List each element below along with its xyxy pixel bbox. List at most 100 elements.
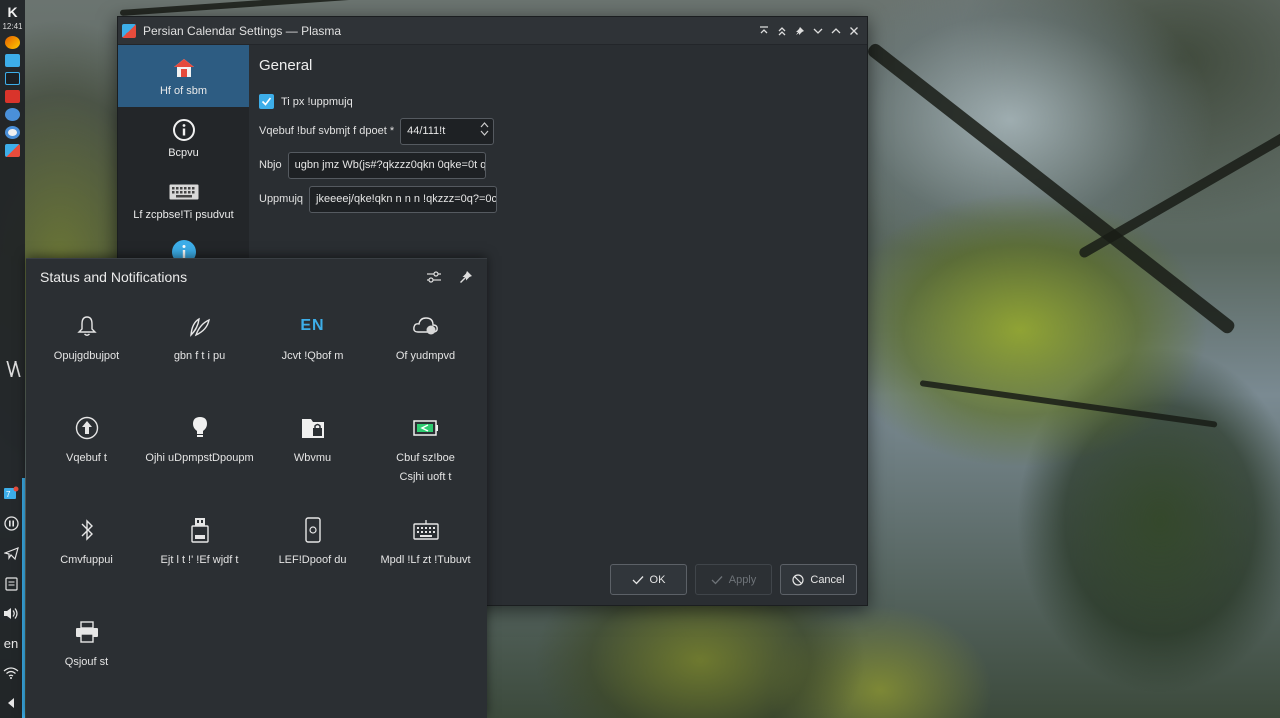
tray-item-battery[interactable]: Cbuf sz!boe Csjhi uoft t	[369, 413, 482, 515]
apply-label: Apply	[728, 573, 757, 586]
keep-above-icon[interactable]	[755, 21, 773, 41]
firefox-icon[interactable]	[5, 36, 20, 49]
tray-item-night-color[interactable]: Ojhi uDpmpstDpoupm	[143, 413, 256, 515]
tooltip-format-row: Uppmujq jkeeeej/qke!qkn n n n !qkzzz=0q?…	[259, 185, 867, 213]
printer-icon	[75, 617, 99, 647]
popup-header: Status and Notifications	[26, 259, 487, 295]
tray-item-label: Ejt l t !' !Ef wjdf t	[160, 554, 239, 566]
wifi-icon[interactable]	[0, 658, 22, 688]
tray-item-label: Jcvt !Qbof m	[281, 350, 344, 362]
tray-item-disks-devices[interactable]: Ejt l t !' !Ef wjdf t	[143, 515, 256, 617]
tooltip-format-label: Uppmujq	[259, 193, 304, 205]
show-tooltip-row: Ti px !uppmujq	[259, 94, 867, 109]
chevron-up-icon[interactable]	[480, 121, 489, 128]
tray-item-label: Opujgdbujpot	[53, 350, 120, 362]
tray-item-updates[interactable]: Vqebuf t	[30, 413, 143, 515]
tray-item-label: Ojhi uDpmpstDpoupm	[145, 452, 254, 464]
tray-item-label: LEF!Dpoof du	[278, 554, 347, 566]
leaf-icon	[188, 311, 212, 341]
tray-item-input-method[interactable]: EN Jcvt !Qbof m	[256, 311, 369, 413]
tray-item-gamemode[interactable]: gbn f t i pu	[143, 311, 256, 413]
tray-item-label: Wbvmu	[293, 452, 332, 464]
tray-item-label: Mpdl !Lf zt !Tubuvt	[380, 554, 471, 566]
terminal-icon[interactable]	[5, 72, 20, 85]
tray-item-nextcloud[interactable]: Of yudmpvd	[369, 311, 482, 413]
phone-icon	[304, 515, 321, 545]
sidebar-item-keyboard-shortcuts[interactable]: Lf zcpbse!Ti psudvut	[118, 169, 249, 231]
persian-calendar-task-icon[interactable]	[5, 144, 20, 157]
main-format-input[interactable]: ugbn jmz Wb(js#?qkzzz0qkn 0qke=0t qbo?	[287, 151, 486, 179]
vault-icon	[301, 413, 325, 443]
tray-item-printers[interactable]: Qsjouf st	[30, 617, 143, 718]
media-pause-icon[interactable]	[0, 508, 22, 538]
sidebar-item-about[interactable]: Bcpvu	[118, 107, 249, 169]
configure-sliders-icon[interactable]	[423, 266, 445, 288]
en-input-icon: EN	[300, 311, 324, 341]
status-notifications-popup: Status and Notifications Opujgdbujpot gb…	[26, 258, 487, 718]
bluetooth-icon	[80, 515, 94, 545]
tray-item-label: Cmvfuppui	[60, 554, 113, 566]
close-icon[interactable]	[845, 21, 863, 41]
popup-title: Status and Notifications	[40, 269, 188, 285]
battery-icon	[412, 413, 439, 443]
shade-icon[interactable]	[773, 21, 791, 41]
cancel-icon	[792, 573, 804, 586]
tray-item-label: gbn f t i pu	[173, 350, 226, 362]
home-icon	[173, 55, 195, 81]
update-interval-label: Vqebuf !buf svbmjt f dpoet *	[259, 125, 395, 137]
chevron-down-icon[interactable]	[480, 130, 489, 137]
bell-icon	[76, 311, 97, 341]
pin-icon[interactable]	[791, 21, 809, 41]
keyboard-icon	[412, 515, 439, 545]
tray-item-label: Vqebuf t	[66, 452, 107, 464]
tooltip-format-input[interactable]: jkeeeej/qke!qkn n n n !qkzzz=0q?=0c?	[309, 185, 498, 213]
main-format-label: Nbjo	[259, 159, 282, 171]
window-titlebar[interactable]: Persian Calendar Settings — Plasma	[118, 17, 867, 45]
keyboard-layout-indicator[interactable]: en	[0, 628, 22, 658]
update-interval-row: Vqebuf !buf svbmjt f dpoet * 44/111!t	[259, 117, 867, 145]
sidebar-item-general[interactable]: Hf of sbm	[118, 45, 249, 107]
update-interval-spinbox[interactable]: 44/111!t	[400, 117, 495, 145]
cancel-button[interactable]: Cancel	[780, 564, 857, 595]
checkmark-icon	[632, 575, 644, 584]
tray-item-notifications[interactable]: Opujgdbujpot	[30, 311, 143, 413]
pin-icon[interactable]	[455, 266, 477, 288]
info-circle-icon	[172, 117, 196, 143]
en-input-text: EN	[300, 317, 325, 334]
update-arrow-icon	[75, 413, 99, 443]
tray-item-lock-keys[interactable]: Mpdl !Lf zt !Tubuvt	[369, 515, 482, 617]
volume-icon[interactable]	[0, 598, 22, 628]
maximize-icon[interactable]	[827, 21, 845, 41]
show-tooltip-checkbox[interactable]	[259, 94, 274, 109]
cloud-icon	[412, 311, 440, 341]
page-title: General	[259, 57, 313, 74]
tray-item-vault[interactable]: Wbvmu	[256, 413, 369, 515]
wallpaper-branch	[1077, 120, 1280, 260]
app-launcher-button[interactable]: K	[7, 4, 17, 20]
sidebar-item-label: Bcpvu	[168, 147, 199, 159]
tray-item-bluetooth[interactable]: Cmvfuppui	[30, 515, 143, 617]
digital-clock[interactable]: 12:41	[2, 22, 22, 31]
show-tooltip-label: Ti px !uppmujq	[281, 95, 353, 108]
tray-item-kde-connect[interactable]: LEF!Dpoof du	[256, 515, 369, 617]
checkmark-icon	[711, 575, 723, 584]
ok-button[interactable]: OK	[610, 564, 687, 595]
collapse-arrow-icon[interactable]	[0, 688, 22, 718]
svg-text:7: 7	[6, 490, 11, 499]
red-app-icon[interactable]	[5, 90, 20, 103]
calendar-tray-icon[interactable]: 7	[0, 478, 22, 508]
chat-app-icon[interactable]	[5, 108, 20, 121]
browser-icon[interactable]	[5, 126, 20, 139]
clipboard-icon[interactable]	[0, 568, 22, 598]
keyboard-icon	[169, 179, 199, 205]
wallpaper-branch	[119, 0, 380, 16]
telegram-icon[interactable]	[0, 538, 22, 568]
system-tray: 7 en	[0, 478, 25, 718]
minimize-icon[interactable]	[809, 21, 827, 41]
sidebar-item-label: Hf of sbm	[159, 85, 208, 97]
apply-button[interactable]: Apply	[695, 564, 772, 595]
panel-separator: \/\	[6, 357, 20, 382]
lightbulb-icon	[192, 413, 208, 443]
main-format-row: Nbjo ugbn jmz Wb(js#?qkzzz0qkn 0qke=0t q…	[259, 151, 867, 179]
file-manager-icon[interactable]	[5, 54, 20, 67]
